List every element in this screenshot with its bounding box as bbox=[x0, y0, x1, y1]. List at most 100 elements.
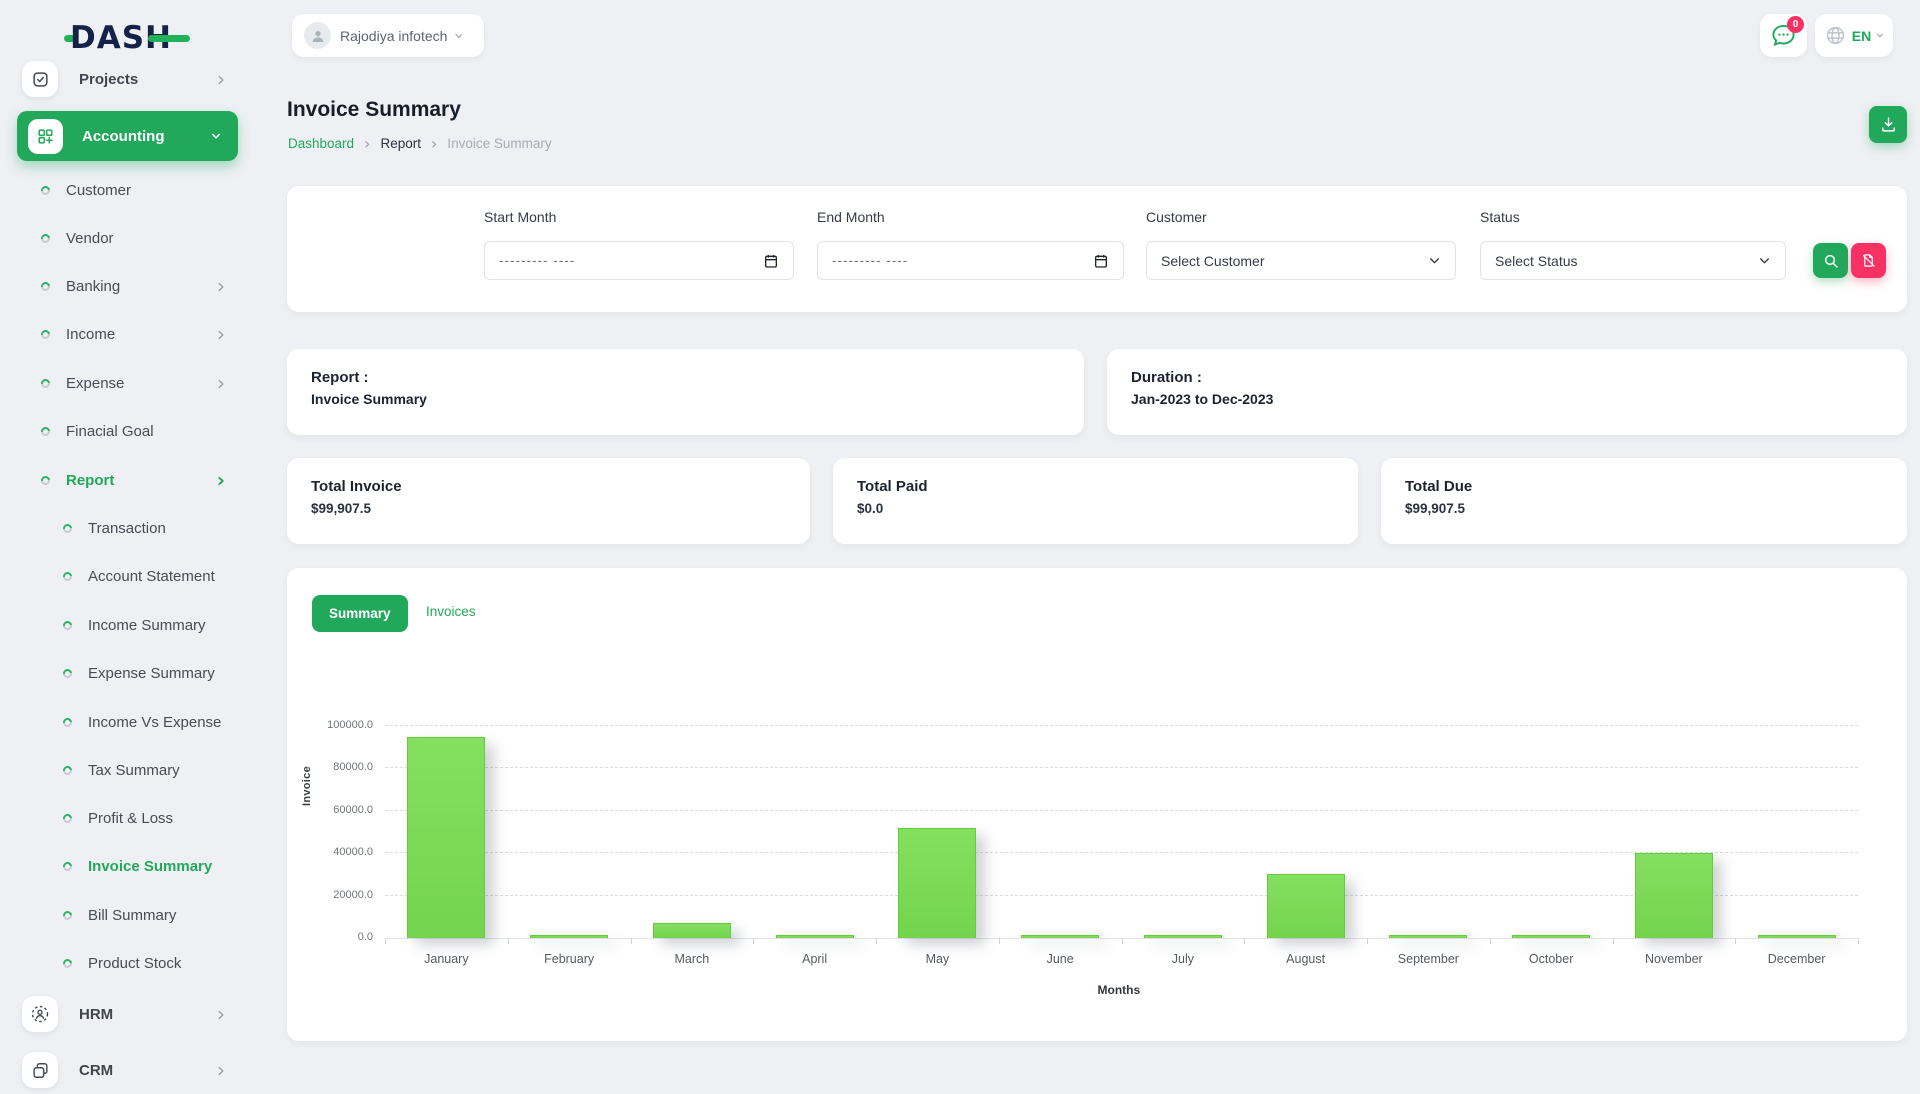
breadcrumb-dashboard[interactable]: Dashboard bbox=[288, 136, 354, 151]
bar-april[interactable] bbox=[776, 935, 854, 938]
bullet-icon bbox=[61, 909, 74, 922]
calendar-icon[interactable] bbox=[1093, 253, 1109, 269]
company-name: Rajodiya infotech bbox=[340, 28, 447, 44]
status-select[interactable]: Select Status bbox=[1480, 241, 1786, 280]
sidebar-item-product-stock[interactable]: Product Stock bbox=[0, 945, 258, 981]
sidebar-item-projects[interactable]: Projects › bbox=[0, 55, 258, 103]
sidebar-item-customer[interactable]: Customer bbox=[0, 172, 258, 208]
sidebar-item-label: Transaction bbox=[88, 520, 166, 537]
duration-label: Duration : bbox=[1131, 369, 1883, 386]
bar-august[interactable] bbox=[1267, 874, 1345, 938]
page-title: Invoice Summary bbox=[287, 98, 461, 122]
sidebar-item-bill-summary[interactable]: Bill Summary bbox=[0, 897, 258, 933]
language-selector[interactable]: EN › bbox=[1815, 14, 1893, 57]
sidebar-item-transaction[interactable]: Transaction bbox=[0, 510, 258, 546]
bar-september[interactable] bbox=[1389, 935, 1467, 938]
x-axis-tick bbox=[631, 938, 632, 944]
chevron-right-icon: › bbox=[217, 373, 225, 393]
x-axis-tick bbox=[1735, 938, 1736, 944]
bar-february[interactable] bbox=[530, 935, 608, 938]
sidebar-item-label: Projects bbox=[79, 71, 138, 88]
sidebar-item-label: Finacial Goal bbox=[66, 423, 154, 440]
chevron-right-icon: › bbox=[217, 276, 225, 296]
chevron-right-icon: › bbox=[431, 134, 437, 153]
sidebar-item-label: Income bbox=[66, 326, 115, 343]
sidebar-item-account-statement[interactable]: Account Statement bbox=[0, 558, 258, 594]
end-month-input[interactable]: --------- ---- bbox=[817, 241, 1124, 280]
sidebar-item-label: Income Summary bbox=[88, 617, 206, 634]
y-tick-label: 100000.0 bbox=[293, 719, 373, 731]
sidebar-item-crm[interactable]: CRM› bbox=[0, 1046, 258, 1094]
x-tick-label: August bbox=[1245, 952, 1367, 966]
hrm-icon bbox=[22, 996, 58, 1032]
customer-select[interactable]: Select Customer bbox=[1146, 241, 1456, 280]
bullet-icon bbox=[61, 522, 74, 535]
bullet-icon bbox=[39, 328, 52, 341]
x-axis-tick bbox=[876, 938, 877, 944]
y-tick-label: 0.0 bbox=[293, 931, 373, 943]
tab-invoices[interactable]: Invoices bbox=[426, 604, 476, 619]
bullet-icon bbox=[61, 619, 74, 632]
chevron-down-icon bbox=[1758, 254, 1771, 267]
sidebar-item-hrm[interactable]: HRM› bbox=[0, 990, 258, 1038]
total-paid-label: Total Paid bbox=[857, 478, 1334, 495]
bar-december[interactable] bbox=[1758, 935, 1836, 938]
sidebar-item-invoice-summary[interactable]: Invoice Summary bbox=[0, 848, 258, 884]
company-selector[interactable]: Rajodiya infotech › bbox=[292, 14, 484, 57]
bullet-icon bbox=[61, 764, 74, 777]
bar-october[interactable] bbox=[1512, 935, 1590, 938]
chevron-down-icon: › bbox=[207, 132, 227, 140]
total-due-label: Total Due bbox=[1405, 478, 1883, 495]
bullet-icon bbox=[39, 377, 52, 390]
sidebar-item-income-summary[interactable]: Income Summary bbox=[0, 607, 258, 643]
sidebar-item-label: Bill Summary bbox=[88, 907, 176, 924]
sidebar-item-finacial-goal[interactable]: Finacial Goal bbox=[0, 413, 258, 449]
breadcrumb-current: Invoice Summary bbox=[447, 136, 551, 151]
breadcrumb-report[interactable]: Report bbox=[380, 136, 421, 151]
total-due-card: Total Due $99,907.5 bbox=[1381, 458, 1907, 544]
x-axis-tick bbox=[508, 938, 509, 944]
apply-filter-button[interactable] bbox=[1813, 243, 1848, 278]
chevron-right-icon: › bbox=[217, 69, 225, 89]
tab-summary[interactable]: Summary bbox=[312, 595, 408, 632]
file-slash-icon bbox=[1861, 253, 1876, 268]
sidebar-item-accounting[interactable]: Accounting› bbox=[0, 111, 258, 161]
customer-select-value: Select Customer bbox=[1161, 253, 1264, 269]
reset-filter-button[interactable] bbox=[1851, 243, 1886, 278]
sidebar-item-expense-summary[interactable]: Expense Summary bbox=[0, 655, 258, 691]
sidebar: Projects›Accounting›CustomerVendorBankin… bbox=[0, 0, 258, 1080]
x-axis-tick bbox=[999, 938, 1000, 944]
chevron-right-icon: › bbox=[217, 324, 225, 344]
download-icon bbox=[1880, 116, 1897, 133]
report-label: Report : bbox=[311, 369, 1060, 386]
messages-button[interactable]: 0 bbox=[1760, 14, 1807, 57]
user-icon bbox=[310, 28, 326, 44]
bar-july[interactable] bbox=[1144, 935, 1222, 938]
status-select-value: Select Status bbox=[1495, 253, 1578, 269]
grid-plus-icon bbox=[28, 119, 63, 154]
bar-may[interactable] bbox=[898, 828, 976, 938]
gridline bbox=[385, 725, 1858, 726]
sidebar-item-label: Report bbox=[66, 472, 114, 489]
sidebar-item-report[interactable]: Report› bbox=[0, 462, 258, 498]
bar-january[interactable] bbox=[407, 737, 485, 938]
download-button[interactable] bbox=[1869, 106, 1907, 143]
sidebar-item-vendor[interactable]: Vendor bbox=[0, 220, 258, 256]
y-tick-label: 60000.0 bbox=[293, 804, 373, 816]
bar-march[interactable] bbox=[653, 923, 731, 938]
x-axis-title: Months bbox=[1098, 983, 1141, 997]
sidebar-item-income-vs-expense[interactable]: Income Vs Expense bbox=[0, 704, 258, 740]
total-due-value: $99,907.5 bbox=[1405, 501, 1883, 516]
start-month-input[interactable]: --------- ---- bbox=[484, 241, 794, 280]
bar-june[interactable] bbox=[1021, 935, 1099, 938]
calendar-icon[interactable] bbox=[763, 253, 779, 269]
sidebar-item-banking[interactable]: Banking› bbox=[0, 268, 258, 304]
x-axis-tick bbox=[1858, 938, 1859, 944]
sidebar-item-profit-loss[interactable]: Profit & Loss bbox=[0, 800, 258, 836]
start-month-label: Start Month bbox=[484, 209, 556, 225]
sidebar-item-income[interactable]: Income › bbox=[0, 316, 258, 352]
bar-november[interactable] bbox=[1635, 853, 1713, 938]
bullet-icon bbox=[61, 716, 74, 729]
sidebar-item-expense[interactable]: Expense› bbox=[0, 365, 258, 401]
sidebar-item-tax-summary[interactable]: Tax Summary bbox=[0, 752, 258, 788]
